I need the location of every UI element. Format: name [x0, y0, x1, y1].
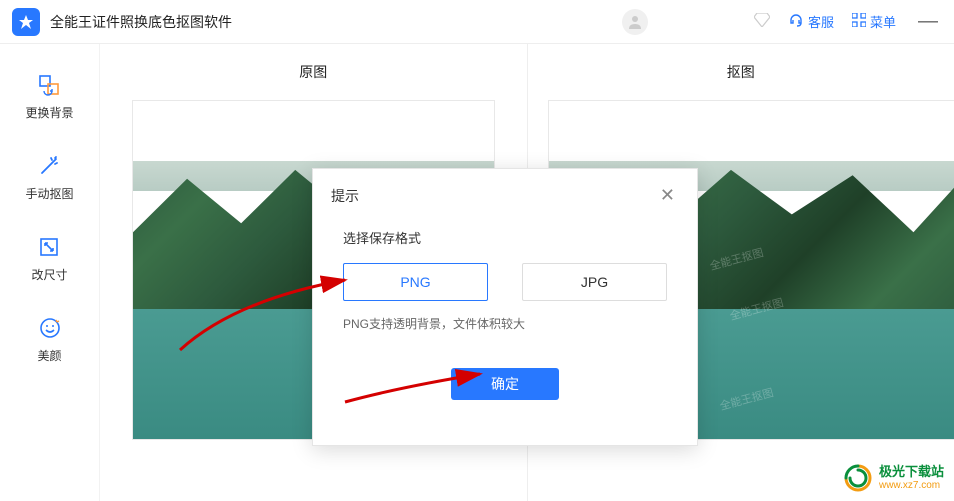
resize-icon — [36, 234, 62, 260]
annotation-arrow-2 — [340, 362, 490, 415]
annotation-arrow-1 — [175, 270, 355, 363]
format-hint: PNG支持透明背景，文件体积较大 — [343, 315, 667, 332]
site-watermark: 极光下载站 www.xz7.com — [843, 463, 944, 493]
sidebar-item-beauty[interactable]: 美颜 — [37, 315, 63, 364]
avatar[interactable] — [622, 9, 648, 35]
smile-icon — [37, 315, 63, 341]
titlebar: 全能王证件照换底色抠图软件 客服 菜单 — — [0, 0, 954, 44]
sidebar-item-label: 更换背景 — [25, 104, 73, 121]
sidebar-item-label: 手动抠图 — [25, 185, 73, 202]
sidebar-item-label: 美颜 — [37, 347, 61, 364]
panel-title-cutout: 抠图 — [528, 44, 954, 100]
menu-link[interactable]: 菜单 — [852, 12, 896, 31]
minimize-button[interactable]: — — [914, 10, 942, 33]
dialog-title: 提示 — [331, 186, 359, 206]
sidebar: 更换背景 手动抠图 改尺寸 美颜 — [0, 44, 100, 501]
menu-label: 菜单 — [870, 12, 896, 31]
magic-wand-icon — [36, 153, 62, 179]
change-bg-icon — [36, 72, 62, 98]
headset-icon — [788, 12, 804, 31]
dialog-close-button[interactable]: ✕ — [656, 183, 679, 208]
vip-diamond-icon[interactable] — [754, 13, 770, 30]
support-label: 客服 — [808, 12, 834, 31]
format-option-jpg[interactable]: JPG — [522, 263, 667, 301]
support-link[interactable]: 客服 — [788, 12, 834, 31]
dialog-label: 选择保存格式 — [343, 228, 667, 247]
sidebar-item-resize[interactable]: 改尺寸 — [31, 234, 67, 283]
app-title: 全能王证件照换底色抠图软件 — [50, 12, 232, 32]
grid-menu-icon — [852, 13, 866, 30]
format-option-png[interactable]: PNG — [343, 263, 488, 301]
site-watermark-title: 极光下载站 — [879, 465, 944, 479]
sidebar-item-label: 改尺寸 — [31, 266, 67, 283]
site-watermark-icon — [843, 463, 873, 493]
sidebar-item-change-bg[interactable]: 更换背景 — [25, 72, 73, 121]
sidebar-item-manual-cutout[interactable]: 手动抠图 — [25, 153, 73, 202]
app-icon — [12, 8, 40, 36]
panel-title-original: 原图 — [100, 44, 527, 100]
site-watermark-url: www.xz7.com — [879, 480, 944, 491]
